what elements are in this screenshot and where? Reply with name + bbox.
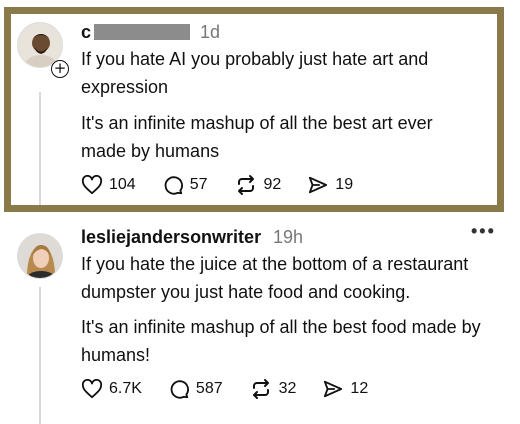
post-timestamp: 1d <box>200 22 221 42</box>
like-button[interactable]: 6.7K <box>81 379 142 399</box>
like-count: 6.7K <box>109 380 142 397</box>
send-icon <box>324 380 343 398</box>
post-text: It's an infinite mashup of all the best … <box>81 317 481 365</box>
reply-button[interactable]: 57 <box>162 174 208 196</box>
post-timestamp: 19h <box>273 227 304 247</box>
repost-button[interactable]: 32 <box>249 378 297 400</box>
heart-icon <box>81 175 103 195</box>
repost-count: 92 <box>263 176 282 193</box>
redacted-username <box>94 24 190 40</box>
reply-count: 57 <box>189 176 208 193</box>
post-username[interactable]: c <box>81 22 91 43</box>
avatar-photo <box>18 234 62 278</box>
post-actions: 104 57 92 19 <box>81 174 379 196</box>
more-options-icon[interactable]: ••• <box>471 221 496 242</box>
thread-line <box>39 287 41 424</box>
comment-icon <box>170 380 189 399</box>
share-count: 19 <box>335 176 354 193</box>
thread-line <box>39 92 41 210</box>
reply-button[interactable]: 587 <box>168 378 223 400</box>
share-button[interactable]: 19 <box>307 175 353 195</box>
post-text: If you hate the juice at the bottom of a… <box>81 254 469 302</box>
post-actions: 6.7K 587 32 12 <box>81 378 394 400</box>
repost-count: 32 <box>278 380 297 397</box>
follow-plus-icon[interactable]: + <box>51 60 69 78</box>
share-button[interactable]: 12 <box>322 379 368 399</box>
reply-count: 587 <box>195 380 223 397</box>
comment-icon <box>164 176 183 195</box>
post-2: lesliejandersonwriter 19h ••• If you hat… <box>0 215 520 424</box>
post-username[interactable]: lesliejandersonwriter <box>81 227 261 248</box>
repost-button[interactable]: 92 <box>234 174 282 196</box>
like-button[interactable]: 104 <box>81 175 136 195</box>
send-icon <box>309 176 328 194</box>
heart-icon <box>81 379 103 399</box>
repost-icon <box>237 175 254 195</box>
post-text: If you hate AI you probably just hate ar… <box>81 49 429 97</box>
post-text: It's an infinite mashup of all the best … <box>81 113 433 161</box>
like-count: 104 <box>109 176 136 193</box>
repost-icon <box>252 379 269 399</box>
post-1: + c 1d If you hate AI you probably just … <box>0 0 520 215</box>
share-count: 12 <box>350 380 369 397</box>
avatar[interactable] <box>17 233 63 279</box>
